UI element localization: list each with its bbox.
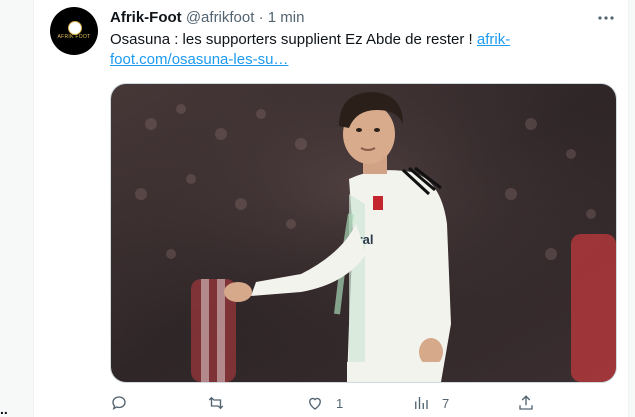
like-count: 1 xyxy=(336,395,344,411)
views-button[interactable]: 7 xyxy=(412,393,449,413)
player-photo: iral xyxy=(111,84,616,382)
tweet-text: Osasuna : les supporters supplient Ez Ab… xyxy=(110,30,610,70)
right-column xyxy=(628,0,635,417)
reply-icon xyxy=(112,396,126,411)
timestamp[interactable]: 1 min xyxy=(268,9,305,26)
tweet-header: Afrik-Foot @afrikfoot · 1 min xyxy=(110,8,304,28)
heart-icon xyxy=(309,397,321,410)
avatar-logo-text: AFRIK FOOT xyxy=(57,34,91,40)
author-name[interactable]: Afrik-Foot xyxy=(110,9,182,26)
logo-ball-icon xyxy=(68,21,82,35)
avatar[interactable]: AFRIK FOOT xyxy=(50,7,98,55)
views-count: 7 xyxy=(442,395,450,411)
truncated-text: .. xyxy=(0,401,8,417)
reply-button[interactable] xyxy=(110,393,140,413)
share-button[interactable] xyxy=(517,393,547,413)
tweet-actions: 1 7 xyxy=(110,393,615,413)
like-button[interactable]: 1 xyxy=(306,393,343,413)
share-icon xyxy=(519,395,533,410)
page: .. AFRIK FOOT Afrik-Foot @afrikfoot · 1 … xyxy=(0,0,635,417)
views-icon xyxy=(415,397,428,409)
tweet-body: Osasuna : les supporters supplient Ez Ab… xyxy=(110,31,477,48)
tweet-image[interactable]: iral xyxy=(110,83,617,383)
left-column: .. xyxy=(0,0,34,417)
separator-dot: · xyxy=(258,9,264,26)
retweet-button[interactable] xyxy=(207,393,237,413)
retweet-icon xyxy=(208,396,224,410)
author-handle[interactable]: @afrikfoot xyxy=(186,9,255,26)
more-icon[interactable] xyxy=(596,8,616,28)
tweet[interactable]: AFRIK FOOT Afrik-Foot @afrikfoot · 1 min… xyxy=(34,0,628,417)
